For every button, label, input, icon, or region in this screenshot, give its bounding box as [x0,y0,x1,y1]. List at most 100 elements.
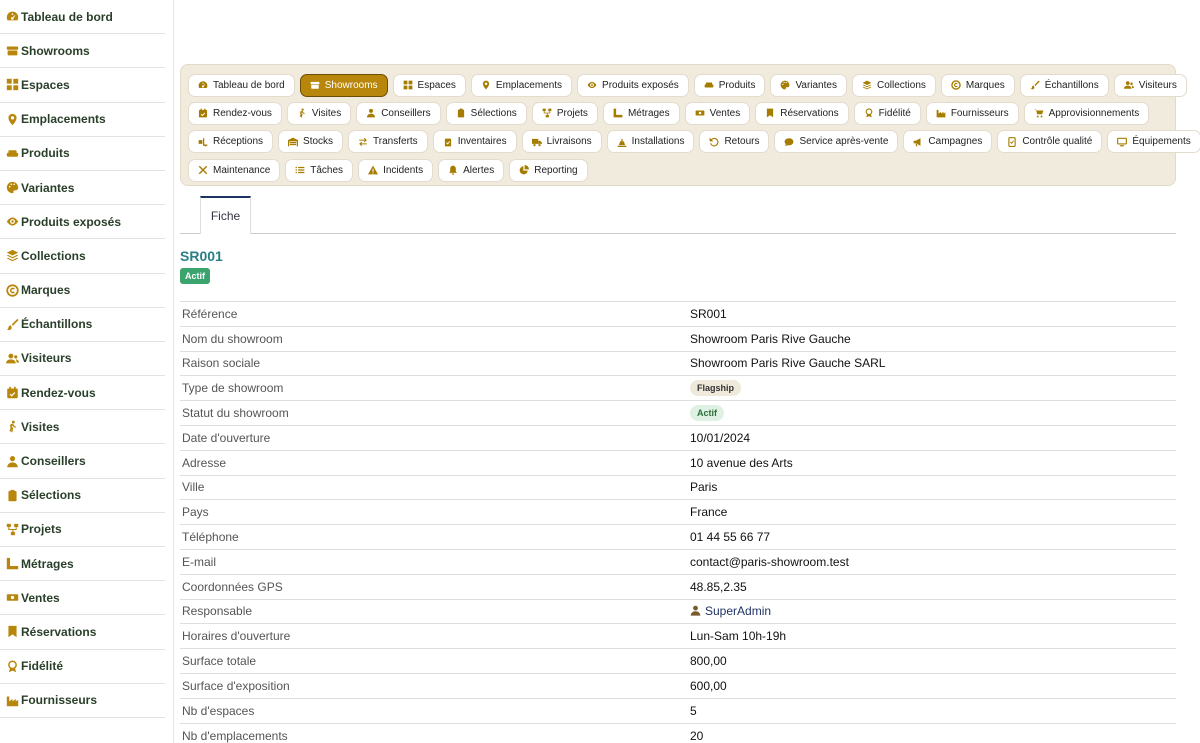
nav-pill[interactable]: Maintenance [188,158,281,182]
brush-icon [1030,80,1040,90]
sidebar-item-13[interactable]: Conseillers [0,444,165,479]
sidebar-item-14[interactable]: Sélections [0,479,165,513]
nav-pill[interactable]: Contrôle qualité [997,130,1103,154]
nav-pill[interactable]: Équipements [1107,130,1200,154]
nav-pill-label: Transferts [373,136,418,148]
nav-pill[interactable]: Marques [940,73,1015,97]
sidebar-item-3[interactable]: Emplacements [0,103,165,137]
user-link-label: SuperAdmin [705,603,772,618]
nav-pill[interactable]: Visites [286,101,352,125]
nav-pill-label: Approvisionnements [1048,107,1140,119]
sidebar-item-0[interactable]: Tableau de bord [0,0,165,35]
sidebar-item-11[interactable]: Rendez-vous [0,376,165,411]
sidebar-item-18[interactable]: Réservations [0,615,165,650]
nav-pill[interactable]: Showrooms [299,73,388,97]
nav-pill[interactable]: Campagnes [903,130,993,154]
nav-pill[interactable]: Réservations [755,101,849,125]
sidebar-item-2[interactable]: Espaces [0,68,165,103]
sidebar-item-label: Conseillers [21,454,86,469]
nav-pill[interactable]: Collections [851,73,936,97]
tools-icon [617,137,627,147]
megaphone-icon [913,137,923,147]
sidebar-item-label: Rendez-vous [21,385,96,400]
nav-pill-label: Projets [556,107,588,119]
nav-pill-label: Inventaires [457,136,507,148]
nav-pill[interactable]: Emplacements [470,73,573,97]
nav-pill[interactable]: Fournisseurs [925,101,1019,125]
nav-pill[interactable]: Produits exposés [577,73,689,97]
nav-pill[interactable]: Visiteurs [1113,73,1187,97]
nav-pill[interactable]: Fidélité [853,101,921,125]
field-label: Type de showroom [182,381,284,396]
user-link[interactable]: SuperAdmin [690,604,771,618]
cash-icon [6,591,19,604]
nav-pill[interactable]: Produits [693,73,766,97]
sidebar-item-label: Fournisseurs [21,693,98,708]
nav-pill-label: Produits exposés [602,79,679,91]
nav-pill[interactable]: Conseillers [356,101,441,125]
nav-pill[interactable]: Transferts [348,130,428,154]
field-label: Statut du showroom [182,406,289,421]
nav-pill-label: Stocks [303,136,334,148]
nav-pill[interactable]: Tâches [285,158,354,182]
field-value-cell: SuperAdmin [688,599,1176,624]
nav-pill[interactable]: Variantes [770,73,847,97]
sidebar-item-label: Visiteurs [21,351,72,366]
sidebar-item-12[interactable]: Visites [0,410,165,445]
nav-pill[interactable]: Service après-vente [774,130,899,154]
nav-pill-label: Espaces [417,79,456,91]
nav-pill[interactable]: Installations [606,130,695,154]
nav-pill[interactable]: Incidents [358,158,434,182]
couch-icon [6,147,19,160]
sidebar-item-6[interactable]: Produits exposés [0,205,165,240]
sidebar-item-4[interactable]: Produits [0,137,165,171]
nav-pill[interactable]: Rendez-vous [188,101,282,125]
wrench-icon [198,165,208,175]
nav-pill[interactable]: Retours [699,130,770,154]
nav-pill[interactable]: Projets [531,101,598,125]
nav-pill[interactable]: Tableau de bord [188,73,295,97]
nav-pill[interactable]: Sélections [445,101,527,125]
table-row: Date d'ouverture 10/01/2024 [180,425,1176,450]
nav-pill[interactable]: Espaces [392,73,466,97]
warning-icon [368,165,379,175]
sidebar-item-label: Projets [21,522,62,537]
table-row: E-mail contact@paris-showroom.test [180,549,1176,574]
nav-pill-label: Fournisseurs [950,107,1009,119]
nav-pill[interactable]: Livraisons [521,130,602,154]
sidebar-item-label: Marques [21,283,71,298]
field-label: Nom du showroom [182,331,283,346]
sidebar-item-19[interactable]: Fidélité [0,650,165,684]
table-row: Ville Paris [180,475,1176,500]
nav-pill-label: Collections [876,79,926,91]
nav-pill[interactable]: Ventes [684,101,751,125]
nav-pill-label: Réceptions [213,136,264,148]
nav-pill[interactable]: Approvisionnements [1023,101,1150,125]
nav-pill[interactable]: Métrages [602,101,680,125]
nav-pill[interactable]: Échantillons [1019,73,1109,97]
sidebar-item-8[interactable]: Marques [0,274,165,308]
sidebar-item-5[interactable]: Variantes [0,171,165,206]
nav-pill[interactable]: Alertes [438,158,505,182]
sidebar-item-17[interactable]: Ventes [0,581,165,616]
brush-icon [6,318,19,331]
nav-pill[interactable]: Inventaires [432,130,517,154]
sidebar-item-9[interactable]: Échantillons [0,308,165,342]
sidebar-item-20[interactable]: Fournisseurs [0,684,165,718]
sidebar-item-7[interactable]: Collections [0,239,165,274]
field-value-cell: Actif [688,401,1176,426]
field-label: Nb d'emplacements [182,728,288,743]
nav-pill[interactable]: Reporting [509,158,588,182]
sidebar-item-label: Collections [21,248,86,263]
table-row: Horaires d'ouverture Lun-Sam 10h-19h [180,623,1176,649]
nav-pill[interactable]: Stocks [278,130,344,154]
sidebar-item-1[interactable]: Showrooms [0,34,165,69]
value-chip: Actif [690,405,724,422]
sidebar-item-16[interactable]: Métrages [0,547,165,582]
tab-fiche[interactable]: Fiche [200,196,251,234]
warehouse-icon [288,137,299,147]
sidebar-item-10[interactable]: Visiteurs [0,342,165,377]
nav-pill[interactable]: Réceptions [188,130,274,154]
sidebar-item-15[interactable]: Projets [0,513,165,547]
clipboard-check-icon [443,137,453,147]
